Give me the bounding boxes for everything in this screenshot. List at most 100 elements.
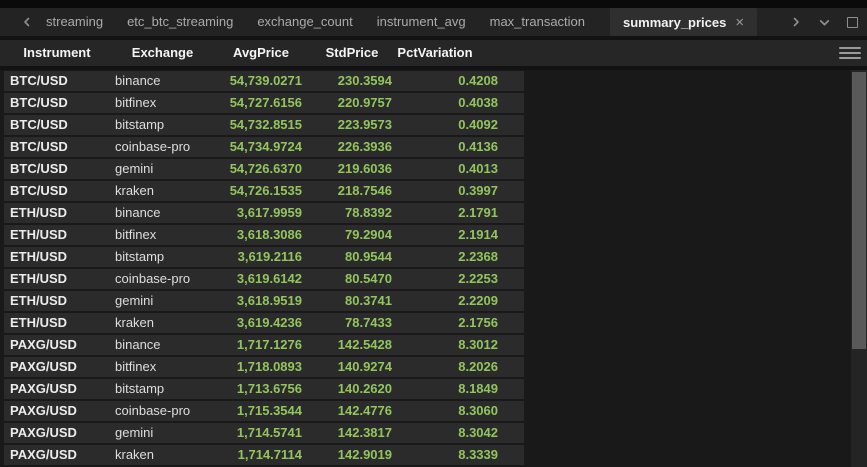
cell-exchange: bitstamp xyxy=(110,247,215,267)
table-row[interactable]: PAXG/USD coinbase-pro 1,715.3544 142.477… xyxy=(4,401,524,421)
tab-etc-btc-streaming[interactable]: etc_btc_streaming xyxy=(115,8,245,36)
cell-pctvariation: 0.4208 xyxy=(397,71,513,91)
tabs-scroll-right-button[interactable] xyxy=(789,15,803,29)
cell-stdprice: 142.9019 xyxy=(307,445,397,465)
cell-pctvariation: 8.3060 xyxy=(397,401,513,421)
cell-stdprice: 226.3936 xyxy=(307,137,397,157)
cell-exchange: gemini xyxy=(110,423,215,443)
cell-instrument: ETH/USD xyxy=(4,313,110,333)
tab-max-transaction[interactable]: max_transaction xyxy=(478,8,597,36)
column-header-avgprice[interactable]: AvgPrice xyxy=(215,40,307,66)
table-header-row: Instrument Exchange AvgPrice StdPrice Pc… xyxy=(0,40,867,66)
cell-avgprice: 3,618.3086 xyxy=(215,225,307,245)
cell-exchange: kraken xyxy=(110,445,215,465)
cell-stdprice: 140.9274 xyxy=(307,357,397,377)
cell-avgprice: 54,739.0271 xyxy=(215,71,307,91)
table-row[interactable]: BTC/USD kraken 54,726.1535 218.7546 0.39… xyxy=(4,181,524,201)
cell-pctvariation: 2.1756 xyxy=(397,313,513,333)
cell-avgprice: 1,718.0893 xyxy=(215,357,307,377)
chevron-left-icon xyxy=(21,16,33,28)
cell-stdprice: 142.3817 xyxy=(307,423,397,443)
cell-pctvariation: 0.4092 xyxy=(397,115,513,135)
cell-stdprice: 78.8392 xyxy=(307,203,397,223)
table-row[interactable]: ETH/USD bitstamp 3,619.2116 80.9544 2.23… xyxy=(4,247,524,267)
cell-instrument: PAXG/USD xyxy=(4,445,110,465)
table-body: BTC/USD binance 54,739.0271 230.3594 0.4… xyxy=(0,70,867,467)
table-row[interactable]: BTC/USD gemini 54,726.6370 219.6036 0.40… xyxy=(4,159,524,179)
close-icon[interactable]: × xyxy=(735,15,744,30)
chevron-right-icon xyxy=(790,16,802,28)
cell-exchange: coinbase-pro xyxy=(110,269,215,289)
cell-instrument: PAXG/USD xyxy=(4,379,110,399)
tabs-scroll-left-button[interactable] xyxy=(20,15,34,29)
cell-pctvariation: 2.1914 xyxy=(397,225,513,245)
table-row[interactable]: ETH/USD bitfinex 3,618.3086 79.2904 2.19… xyxy=(4,225,524,245)
menu-button[interactable] xyxy=(839,47,861,59)
cell-avgprice: 1,714.7114 xyxy=(215,445,307,465)
table-row[interactable]: ETH/USD coinbase-pro 3,619.6142 80.5470 … xyxy=(4,269,524,289)
table-row[interactable]: PAXG/USD kraken 1,714.7114 142.9019 8.33… xyxy=(4,445,524,465)
cell-avgprice: 1,715.3544 xyxy=(215,401,307,421)
scrollbar-track[interactable] xyxy=(851,70,867,467)
table-row[interactable]: PAXG/USD bitfinex 1,718.0893 140.9274 8.… xyxy=(4,357,524,377)
cell-instrument: PAXG/USD xyxy=(4,423,110,443)
cell-exchange: kraken xyxy=(110,181,215,201)
column-header-exchange[interactable]: Exchange xyxy=(110,40,215,66)
table-row[interactable]: PAXG/USD gemini 1,714.5741 142.3817 8.30… xyxy=(4,423,524,443)
table-row[interactable]: BTC/USD binance 54,739.0271 230.3594 0.4… xyxy=(4,71,524,91)
maximize-button[interactable] xyxy=(845,15,859,29)
table-row[interactable]: BTC/USD coinbase-pro 54,734.9724 226.393… xyxy=(4,137,524,157)
cell-pctvariation: 8.1849 xyxy=(397,379,513,399)
column-header-stdprice[interactable]: StdPrice xyxy=(307,40,397,66)
tab-summary-prices[interactable]: summary_prices × xyxy=(610,8,757,36)
cell-instrument: BTC/USD xyxy=(4,181,110,201)
cell-exchange: kraken xyxy=(110,313,215,333)
cell-instrument: ETH/USD xyxy=(4,203,110,223)
cell-instrument: BTC/USD xyxy=(4,159,110,179)
cell-stdprice: 223.9573 xyxy=(307,115,397,135)
scrollbar-thumb[interactable] xyxy=(852,72,866,349)
cell-instrument: BTC/USD xyxy=(4,115,110,135)
table-row[interactable]: BTC/USD bitfinex 54,727.6156 220.9757 0.… xyxy=(4,93,524,113)
tab-bar: streaming etc_btc_streaming exchange_cou… xyxy=(0,8,867,36)
table-row[interactable]: PAXG/USD binance 1,717.1276 142.5428 8.3… xyxy=(4,335,524,355)
cell-stdprice: 142.4776 xyxy=(307,401,397,421)
tab-list-dropdown-button[interactable] xyxy=(817,15,831,29)
cell-exchange: coinbase-pro xyxy=(110,137,215,157)
cell-exchange: bitfinex xyxy=(110,93,215,113)
column-header-instrument[interactable]: Instrument xyxy=(4,40,110,66)
cell-exchange: bitstamp xyxy=(110,115,215,135)
cell-pctvariation: 2.1791 xyxy=(397,203,513,223)
cell-stdprice: 220.9757 xyxy=(307,93,397,113)
cell-instrument: BTC/USD xyxy=(4,137,110,157)
cell-avgprice: 54,727.6156 xyxy=(215,93,307,113)
cell-exchange: bitstamp xyxy=(110,379,215,399)
cell-stdprice: 79.2904 xyxy=(307,225,397,245)
table-row[interactable]: BTC/USD bitstamp 54,732.8515 223.9573 0.… xyxy=(4,115,524,135)
cell-exchange: gemini xyxy=(110,291,215,311)
table-header-band: Instrument Exchange AvgPrice StdPrice Pc… xyxy=(0,36,867,70)
cell-pctvariation: 8.3042 xyxy=(397,423,513,443)
cell-instrument: BTC/USD xyxy=(4,93,110,113)
cell-avgprice: 3,619.6142 xyxy=(215,269,307,289)
table-row[interactable]: PAXG/USD bitstamp 1,713.6756 140.2620 8.… xyxy=(4,379,524,399)
cell-exchange: bitfinex xyxy=(110,225,215,245)
cell-instrument: ETH/USD xyxy=(4,225,110,245)
column-header-pctvariation[interactable]: PctVariation xyxy=(397,40,513,66)
table-row[interactable]: ETH/USD gemini 3,618.9519 80.3741 2.2209 xyxy=(4,291,524,311)
cell-instrument: PAXG/USD xyxy=(4,335,110,355)
cell-exchange: coinbase-pro xyxy=(110,401,215,421)
tab-exchange-count[interactable]: exchange_count xyxy=(245,8,364,36)
table-row[interactable]: ETH/USD binance 3,617.9959 78.8392 2.179… xyxy=(4,203,524,223)
cell-avgprice: 1,717.1276 xyxy=(215,335,307,355)
tab-streaming[interactable]: streaming xyxy=(34,8,115,36)
tab-instrument-avg[interactable]: instrument_avg xyxy=(365,8,478,36)
cell-exchange: gemini xyxy=(110,159,215,179)
cell-stdprice: 230.3594 xyxy=(307,71,397,91)
cell-avgprice: 3,619.4236 xyxy=(215,313,307,333)
cell-avgprice: 1,713.6756 xyxy=(215,379,307,399)
cell-pctvariation: 2.2368 xyxy=(397,247,513,267)
cell-avgprice: 3,617.9959 xyxy=(215,203,307,223)
table-row[interactable]: ETH/USD kraken 3,619.4236 78.7433 2.1756 xyxy=(4,313,524,333)
cell-instrument: BTC/USD xyxy=(4,71,110,91)
